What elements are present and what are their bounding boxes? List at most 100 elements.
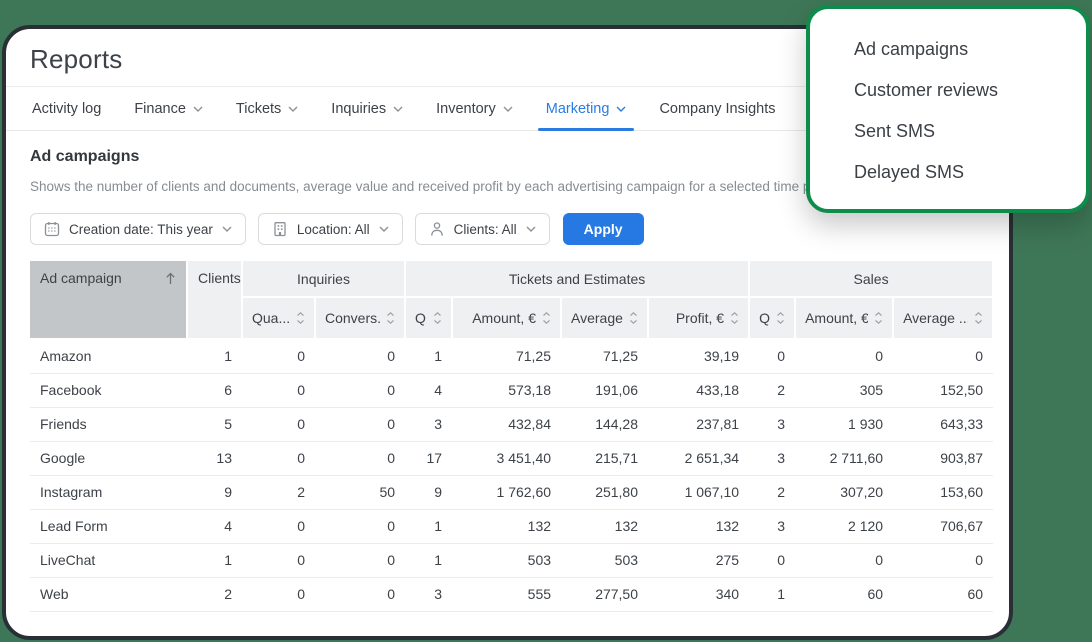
- value-cell: 4: [187, 509, 242, 544]
- menu-item-sent-sms[interactable]: Sent SMS: [854, 121, 1066, 142]
- location-filter[interactable]: Location: All: [257, 213, 403, 245]
- value-cell: 191,06: [561, 373, 649, 408]
- creation-date-filter[interactable]: Creation date: This year: [30, 213, 246, 245]
- value-cell: 0: [315, 509, 406, 544]
- column-header[interactable]: Amount, €: [452, 297, 563, 340]
- tab-tickets[interactable]: Tickets: [234, 101, 300, 130]
- tab-activity-log[interactable]: Activity log: [30, 101, 103, 130]
- person-icon: [430, 222, 443, 236]
- value-cell: 0: [749, 339, 796, 374]
- value-cell: 132: [648, 509, 750, 544]
- tab-label: Inventory: [436, 101, 496, 117]
- value-cell: 0: [893, 339, 994, 374]
- value-cell: 2: [242, 475, 315, 510]
- tab-inquiries[interactable]: Inquiries: [329, 101, 405, 130]
- value-cell: 2 651,34: [648, 441, 750, 476]
- value-cell: 1: [187, 543, 242, 578]
- group-header-tickets-and-estimates: Tickets and Estimates: [405, 261, 751, 298]
- campaign-name-cell: Google: [30, 441, 187, 476]
- column-header[interactable]: Q..: [749, 297, 797, 340]
- column-header[interactable]: Profit, €: [648, 297, 751, 340]
- column-label: Q..: [415, 310, 427, 326]
- tab-finance[interactable]: Finance: [132, 101, 205, 130]
- column-header[interactable]: Q..: [405, 297, 454, 340]
- value-cell: 0: [315, 407, 406, 442]
- column-header[interactable]: Average ...: [561, 297, 650, 340]
- chevron-down-icon: [616, 106, 626, 112]
- value-cell: 307,20: [795, 475, 894, 510]
- apply-button[interactable]: Apply: [562, 213, 644, 245]
- value-cell: 2 711,60: [795, 441, 894, 476]
- sort-icon: [731, 311, 738, 325]
- menu-item-customer-reviews[interactable]: Customer reviews: [854, 80, 1066, 101]
- table-row: Google 13 0 0 17 3 451,40 215,71 2 651,34 3 2 711…: [30, 441, 994, 476]
- value-cell: 0: [315, 339, 406, 374]
- value-cell: 152,50: [893, 373, 994, 408]
- column-header[interactable]: Average ...: [893, 297, 995, 340]
- campaign-name-cell: Web: [30, 577, 187, 612]
- column-header[interactable]: Convers...: [315, 297, 407, 340]
- value-cell: 1: [405, 509, 453, 544]
- value-cell: 60: [893, 577, 994, 612]
- tab-company-insights[interactable]: Company Insights: [657, 101, 777, 130]
- value-cell: 1 930: [795, 407, 894, 442]
- value-cell: 1: [749, 577, 796, 612]
- column-header[interactable]: Amount, €: [795, 297, 895, 340]
- value-cell: 0: [315, 577, 406, 612]
- value-cell: 17: [405, 441, 453, 476]
- value-cell: 0: [795, 543, 894, 578]
- column-label: Amount, €: [805, 310, 869, 326]
- tab-label: Marketing: [545, 101, 610, 117]
- value-cell: 432,84: [452, 407, 562, 442]
- value-cell: 153,60: [893, 475, 994, 510]
- sort-icon: [875, 311, 882, 325]
- sort-icon: [297, 311, 304, 325]
- value-cell: 0: [315, 373, 406, 408]
- chevron-down-icon: [393, 106, 403, 112]
- value-cell: 4: [405, 373, 453, 408]
- menu-item-delayed-sms[interactable]: Delayed SMS: [854, 162, 1066, 183]
- value-cell: 0: [893, 543, 994, 578]
- value-cell: 277,50: [561, 577, 649, 612]
- campaign-name-cell: Facebook: [30, 373, 187, 408]
- column-label: Average ...: [903, 310, 969, 326]
- value-cell: 50: [315, 475, 406, 510]
- value-cell: 0: [749, 543, 796, 578]
- value-cell: 5: [187, 407, 242, 442]
- value-cell: 0: [242, 543, 315, 578]
- marketing-dropdown-menu: Ad campaigns Customer reviews Sent SMS D…: [806, 5, 1090, 213]
- value-cell: 1: [187, 339, 242, 374]
- column-label: Average ...: [571, 310, 623, 326]
- menu-item-ad-campaigns[interactable]: Ad campaigns: [854, 39, 1066, 60]
- chevron-down-icon: [379, 226, 389, 232]
- value-cell: 71,25: [452, 339, 562, 374]
- value-cell: 0: [242, 577, 315, 612]
- value-cell: 60: [795, 577, 894, 612]
- sort-icon: [777, 311, 784, 325]
- chevron-down-icon: [503, 106, 513, 112]
- sort-ascending-icon: [166, 272, 175, 284]
- tab-inventory[interactable]: Inventory: [434, 101, 515, 130]
- value-cell: 1: [405, 339, 453, 374]
- value-cell: 215,71: [561, 441, 649, 476]
- value-cell: 3: [405, 577, 453, 612]
- value-cell: 3: [749, 509, 796, 544]
- chevron-down-icon: [222, 226, 232, 232]
- value-cell: 2: [749, 373, 796, 408]
- value-cell: 2 120: [795, 509, 894, 544]
- value-cell: 3: [749, 407, 796, 442]
- clients-filter[interactable]: Clients: All: [414, 213, 550, 245]
- value-cell: 13: [187, 441, 242, 476]
- value-cell: 0: [242, 339, 315, 374]
- column-header[interactable]: Qua...: [242, 297, 316, 340]
- tab-marketing[interactable]: Marketing: [537, 101, 635, 131]
- value-cell: 0: [315, 543, 406, 578]
- value-cell: 0: [315, 441, 406, 476]
- column-header-clients[interactable]: Clients: [187, 261, 243, 340]
- value-cell: 2: [187, 577, 242, 612]
- value-cell: 706,67: [893, 509, 994, 544]
- value-cell: 503: [561, 543, 649, 578]
- column-header-ad-campaign[interactable]: Ad campaign: [30, 261, 188, 340]
- value-cell: 0: [242, 373, 315, 408]
- column-label: Qua...: [252, 310, 290, 326]
